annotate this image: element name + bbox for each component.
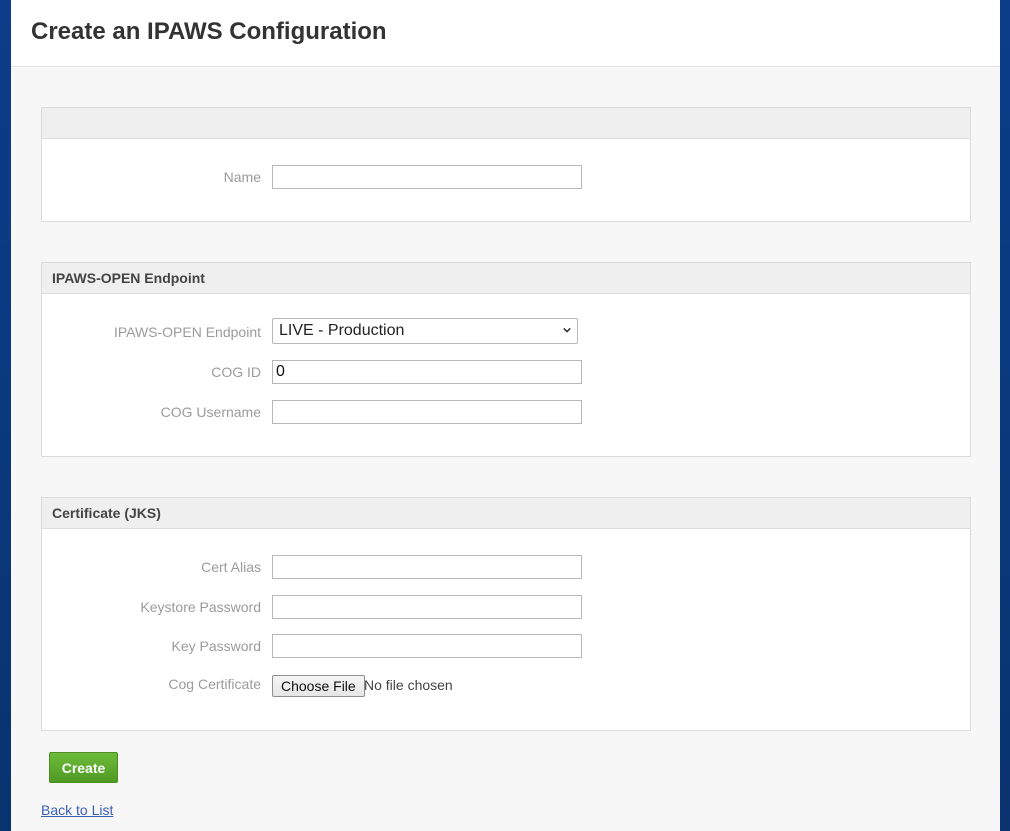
cog-certificate-row: Cog Certificate Choose File No file chos…	[42, 675, 970, 701]
keystore-password-row: Keystore Password	[42, 595, 970, 621]
general-panel: Name	[41, 107, 971, 222]
certificate-panel-heading: Certificate (JKS)	[42, 498, 970, 529]
cog-id-row: COG ID	[42, 360, 970, 386]
page-header: Create an IPAWS Configuration	[11, 0, 1000, 67]
endpoint-panel-heading: IPAWS-OPEN Endpoint	[42, 263, 970, 294]
cog-id-input[interactable]	[272, 360, 582, 384]
cog-id-label: COG ID	[211, 364, 261, 380]
cog-username-label: COG Username	[160, 404, 261, 420]
cert-alias-label: Cert Alias	[201, 559, 261, 575]
file-status-text: No file chosen	[364, 677, 453, 693]
page-title: Create an IPAWS Configuration	[31, 18, 387, 45]
endpoint-selected-value: LIVE - Production	[279, 322, 405, 339]
keystore-password-label: Keystore Password	[140, 599, 261, 615]
cert-alias-row: Cert Alias	[42, 555, 970, 581]
name-row: Name	[42, 165, 970, 191]
key-password-label: Key Password	[171, 638, 261, 654]
name-label: Name	[223, 169, 261, 185]
cog-certificate-label: Cog Certificate	[168, 676, 261, 692]
endpoint-row: IPAWS-OPEN Endpoint LIVE - Production	[42, 318, 970, 344]
endpoint-panel: IPAWS-OPEN Endpoint IPAWS-OPEN Endpoint …	[41, 262, 971, 457]
cog-username-row: COG Username	[42, 400, 970, 426]
endpoint-select[interactable]: LIVE - Production	[272, 318, 578, 344]
create-button[interactable]: Create	[49, 752, 118, 783]
cog-username-input[interactable]	[272, 400, 582, 424]
name-input[interactable]	[272, 165, 582, 189]
key-password-row: Key Password	[42, 634, 970, 660]
back-to-list-link[interactable]: Back to List	[41, 802, 113, 818]
key-password-input[interactable]	[272, 634, 582, 658]
endpoint-label: IPAWS-OPEN Endpoint	[113, 324, 261, 340]
choose-file-button[interactable]: Choose File	[272, 675, 365, 697]
certificate-panel: Certificate (JKS) Cert Alias Keystore Pa…	[41, 497, 971, 731]
chevron-down-icon	[563, 327, 571, 333]
cert-alias-input[interactable]	[272, 555, 582, 579]
page-container: Create an IPAWS Configuration Name IPAWS…	[11, 0, 1000, 831]
general-panel-heading	[42, 108, 970, 139]
keystore-password-input[interactable]	[272, 595, 582, 619]
